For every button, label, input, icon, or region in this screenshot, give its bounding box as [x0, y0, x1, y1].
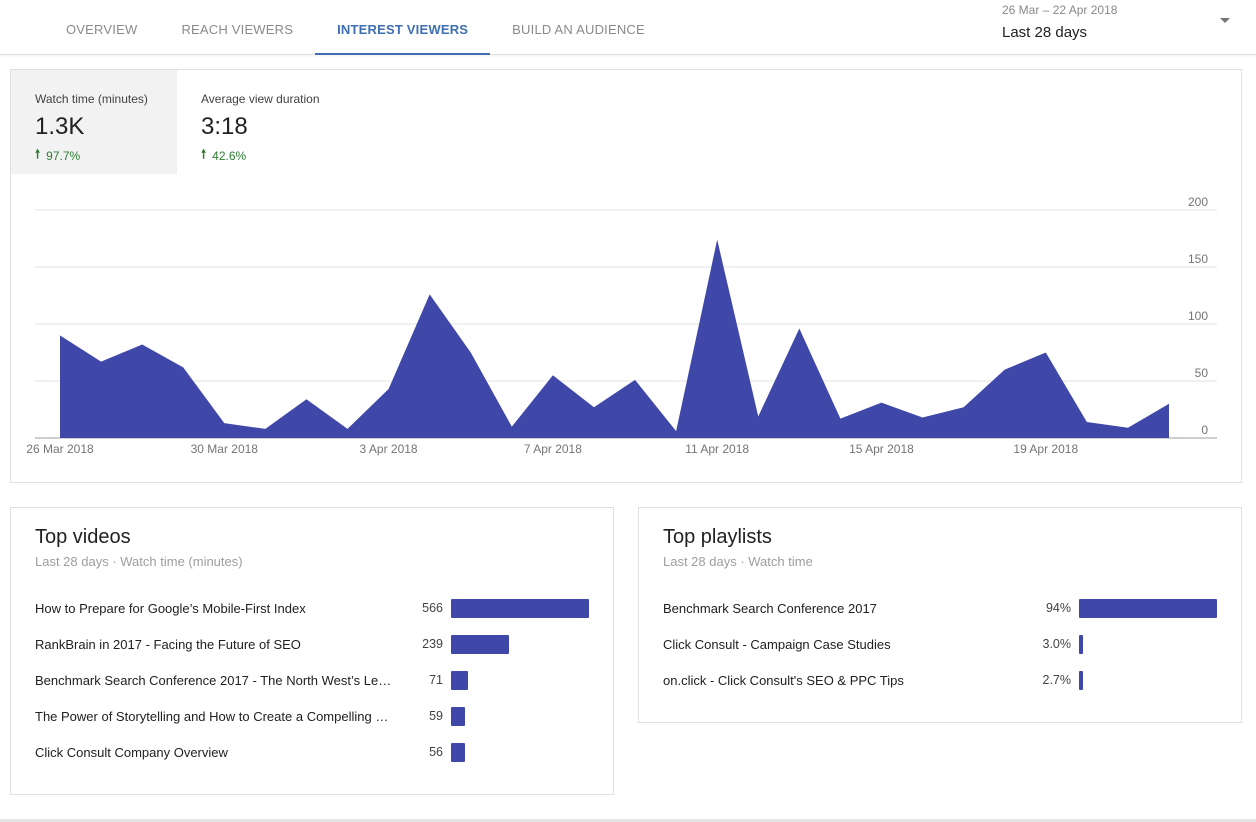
- area-series[interactable]: [60, 239, 1169, 438]
- row-value: 59: [429, 709, 443, 723]
- row-title[interactable]: Benchmark Search Conference 2017: [663, 601, 877, 616]
- y-axis-labels: 0 50 100 150 200: [1188, 195, 1208, 437]
- x-axis-labels: 26 Mar 2018 30 Mar 2018 3 Apr 2018 7 Apr 20…: [26, 442, 1078, 456]
- tab-interest-viewers[interactable]: INTEREST VIEWERS: [315, 0, 491, 55]
- row-value: 239: [422, 637, 443, 651]
- row-value: 56: [429, 745, 443, 759]
- top-playlists-subtitle: Last 28 days · Watch time: [663, 554, 813, 569]
- row-bar: [451, 706, 466, 726]
- date-range-picker[interactable]: 26 Mar – 22 Apr 2018 Last 28 days: [1002, 2, 1242, 50]
- tab-reach-viewers[interactable]: REACH VIEWERS: [159, 0, 315, 55]
- top-videos-subtitle: Last 28 days · Watch time (minutes): [35, 554, 243, 569]
- video-row[interactable]: How to Prepare for Google’s Mobile-First…: [35, 598, 595, 618]
- playlist-row[interactable]: on.click - Click Consult's SEO & PPC Tip…: [663, 670, 1223, 690]
- row-title[interactable]: Click Consult - Campaign Case Studies: [663, 637, 891, 652]
- row-title[interactable]: Benchmark Search Conference 2017 - The N…: [35, 673, 397, 688]
- date-range-label: Last 28 days: [1002, 24, 1088, 41]
- x-tick-label: 7 Apr 2018: [524, 442, 582, 456]
- top-videos-card: Top videos Last 28 days · Watch time (mi…: [10, 507, 614, 795]
- x-tick-label: 3 Apr 2018: [360, 442, 418, 456]
- x-tick-label: 11 Apr 2018: [685, 442, 749, 456]
- video-row[interactable]: Benchmark Search Conference 2017 - The N…: [35, 670, 595, 690]
- tab-bar: OVERVIEW REACH VIEWERS INTEREST VIEWERS …: [44, 0, 667, 55]
- row-bar: [451, 670, 469, 690]
- row-value: 94%: [1045, 601, 1071, 615]
- row-bar: [451, 634, 510, 654]
- row-bar: [1079, 670, 1083, 690]
- x-tick-label: 30 Mar 2018: [191, 442, 259, 456]
- y-tick-label: 200: [1188, 195, 1208, 209]
- row-bar: [1079, 598, 1217, 618]
- y-tick-label: 50: [1195, 366, 1209, 380]
- row-title[interactable]: on.click - Click Consult's SEO & PPC Tip…: [663, 673, 904, 688]
- playlist-row[interactable]: Click Consult - Campaign Case Studies 3.0…: [663, 634, 1223, 654]
- row-bar: [1079, 634, 1084, 654]
- watch-time-chart: 0 50 100 150 200 26 Mar 2018 30 Mar 2018 3 Apr…: [26, 195, 1217, 456]
- caret-down-icon[interactable]: [1220, 18, 1230, 23]
- date-range-text: 26 Mar – 22 Apr 2018: [1002, 3, 1118, 17]
- top-videos-title: Top videos: [35, 526, 131, 548]
- row-title[interactable]: Click Consult Company Overview: [35, 745, 228, 760]
- row-value: 71: [429, 673, 443, 687]
- video-row[interactable]: The Power of Storytelling and How to Cre…: [35, 706, 595, 726]
- top-playlists-card: Top playlists Last 28 days · Watch time …: [638, 507, 1242, 723]
- row-title[interactable]: The Power of Storytelling and How to Cre…: [35, 709, 397, 724]
- x-tick-label: 26 Mar 2018: [26, 442, 94, 456]
- row-value: 2.7%: [1042, 673, 1072, 687]
- y-tick-label: 0: [1201, 423, 1208, 437]
- x-tick-label: 15 Apr 2018: [849, 442, 914, 456]
- row-value: 566: [422, 601, 443, 615]
- video-row[interactable]: Click Consult Company Overview 56: [35, 742, 595, 762]
- watch-time-card: Watch time (minutes) 1.3K 🠕 97.7% Averag…: [10, 69, 1242, 483]
- row-title[interactable]: How to Prepare for Google’s Mobile-First…: [35, 601, 306, 616]
- x-tick-label: 19 Apr 2018: [1013, 442, 1078, 456]
- top-bar: OVERVIEW REACH VIEWERS INTEREST VIEWERS …: [0, 0, 1256, 55]
- row-title[interactable]: RankBrain in 2017 - Facing the Future of…: [35, 637, 301, 652]
- playlist-row[interactable]: Benchmark Search Conference 2017 94%: [663, 598, 1223, 618]
- chart-area: [60, 239, 1169, 438]
- row-bar: [451, 598, 589, 618]
- tab-overview[interactable]: OVERVIEW: [44, 0, 159, 55]
- video-row[interactable]: RankBrain in 2017 - Facing the Future of…: [35, 634, 595, 654]
- y-tick-label: 150: [1188, 252, 1208, 266]
- row-bar: [451, 742, 465, 762]
- top-playlists-title: Top playlists: [663, 526, 772, 548]
- row-value: 3.0%: [1042, 637, 1072, 651]
- y-tick-label: 100: [1188, 309, 1208, 323]
- tab-build-an-audience[interactable]: BUILD AN AUDIENCE: [490, 0, 667, 55]
